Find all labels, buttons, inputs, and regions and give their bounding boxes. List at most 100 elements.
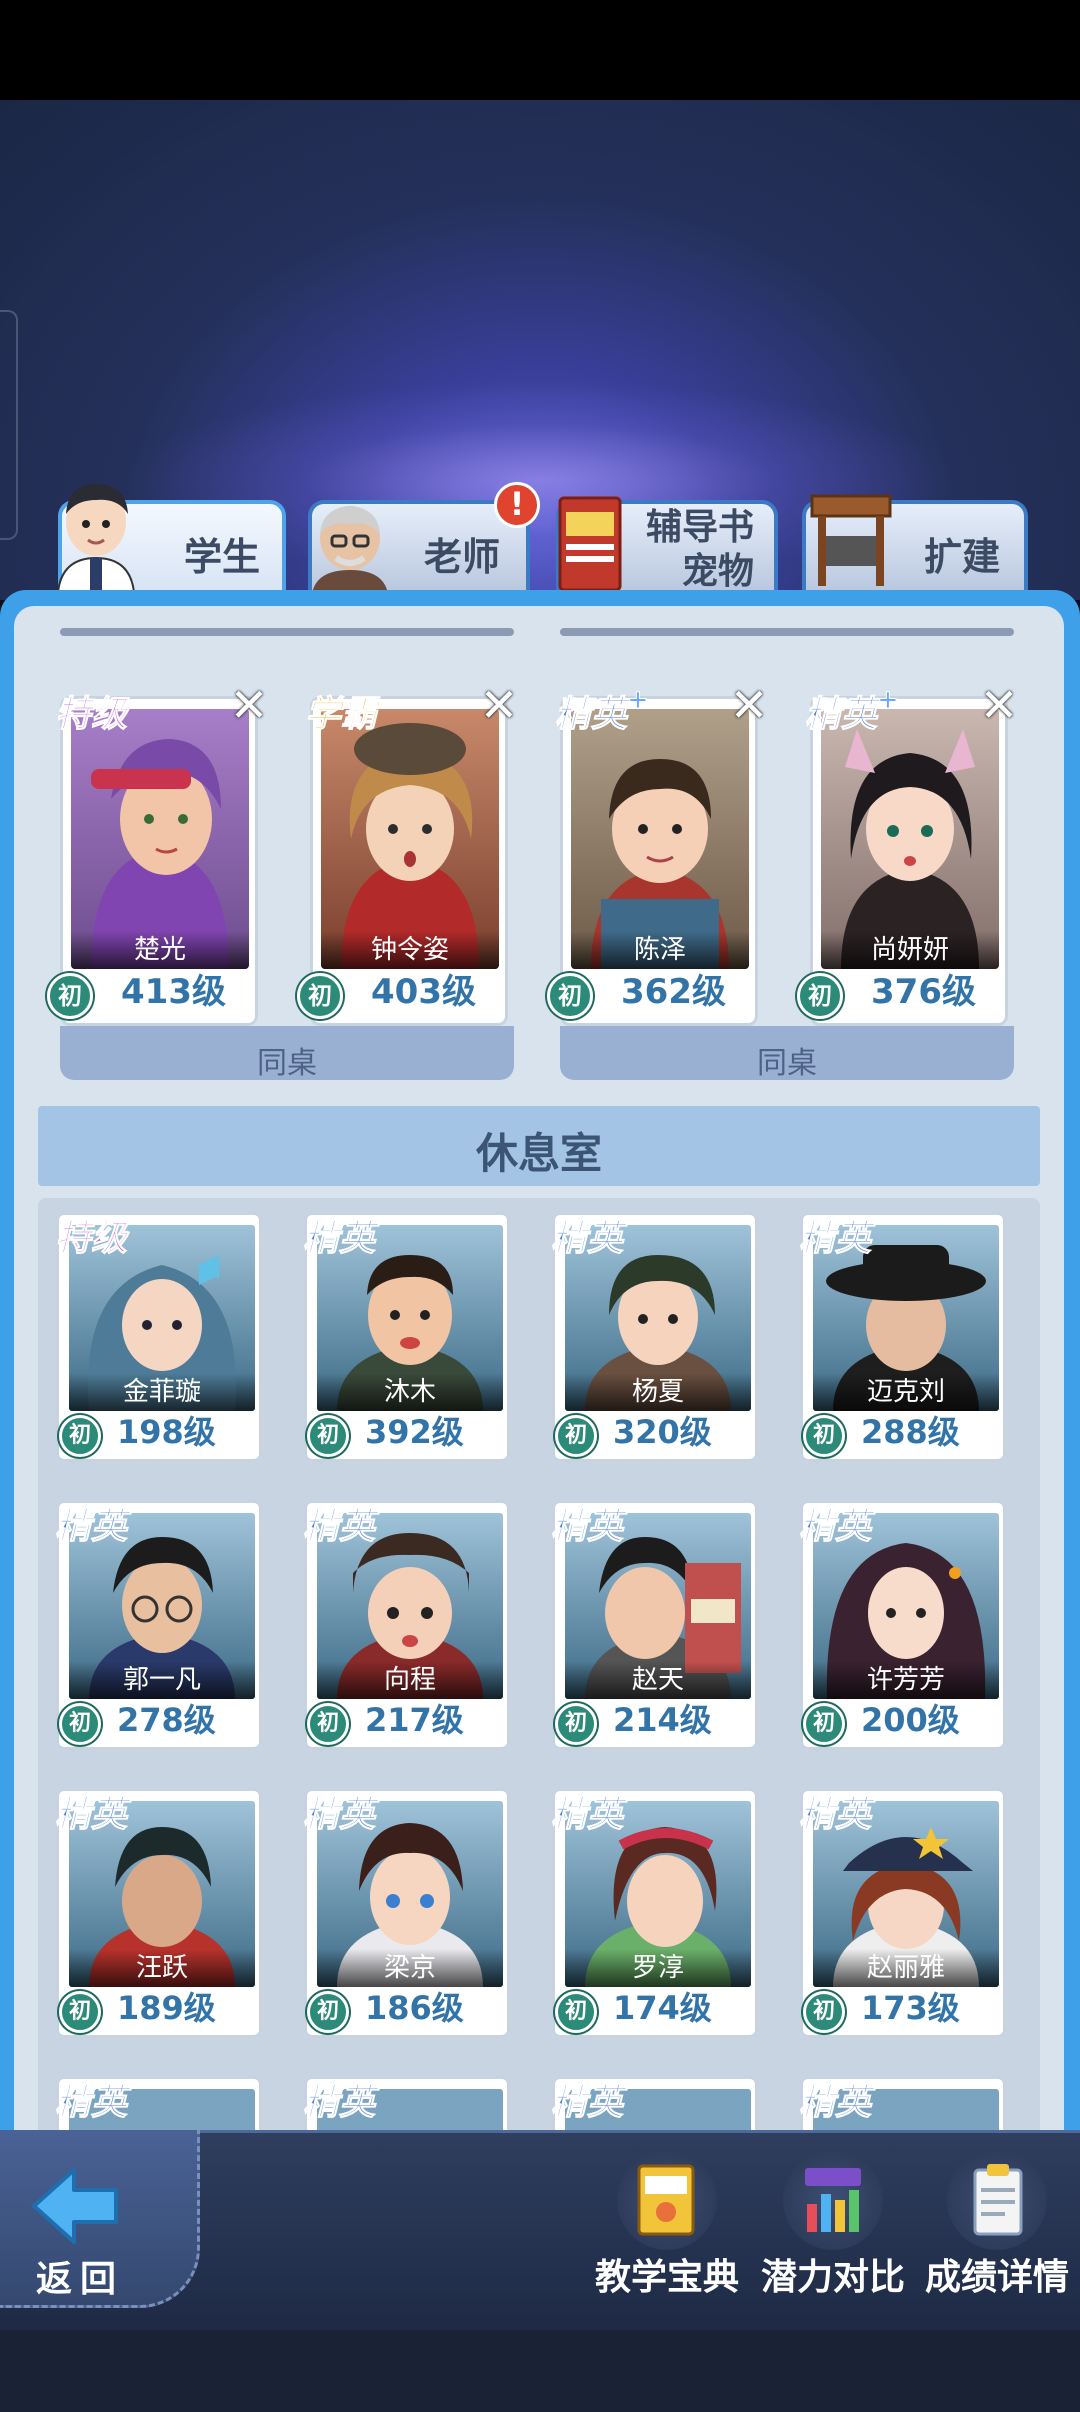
student-card[interactable]: 沐木 精英 初 392级 <box>302 1212 510 1462</box>
student-name: 向程 <box>317 1661 503 1699</box>
teacher-avatar-icon <box>312 506 388 594</box>
deskmate-label: 同桌 <box>257 1046 317 1081</box>
student-name: 迈克刘 <box>813 1373 999 1411</box>
student-level: 320级 <box>613 1413 712 1451</box>
student-name: 赵丽雅 <box>813 1949 999 1987</box>
clipboard-icon <box>973 2164 1023 2236</box>
rank-tag: 精英 <box>550 1506 624 1548</box>
deskmate-label: 同桌 <box>757 1046 817 1081</box>
rank-tag: 精英 <box>798 1218 872 1260</box>
tab-pets-label: 宠物 <box>681 551 754 592</box>
student-card[interactable]: 汪跃 精英 初 189级 <box>54 1788 262 2038</box>
student-card[interactable]: 梁京 精英 初 186级 <box>302 1788 510 2038</box>
close-icon[interactable]: ✕ <box>727 682 771 729</box>
portrait-art <box>341 723 479 969</box>
student-portrait: 钟令姿 <box>321 709 499 969</box>
student-card[interactable]: 杨夏 精英 初 320级 <box>550 1212 758 1462</box>
student-name: 汪跃 <box>69 1949 255 1987</box>
student-name: 许芳芳 <box>813 1661 999 1699</box>
student-avatar-icon <box>56 484 136 592</box>
rank-tag: 学霸 <box>304 694 378 736</box>
plus-icon: + <box>877 685 900 716</box>
close-icon[interactable]: ✕ <box>477 682 521 729</box>
arrow-left-icon <box>32 2168 118 2244</box>
student-card[interactable]: 赵天 精英 初 214级 <box>550 1500 758 1750</box>
student-card[interactable]: 金菲璇 特级 初 198级 <box>54 1212 262 1462</box>
close-icon[interactable]: ✕ <box>977 682 1021 729</box>
potential-compare-button[interactable]: 潜力对比 <box>748 2150 918 2300</box>
student-card[interactable]: 迈克刘 精英 初 288级 <box>798 1212 1006 1462</box>
rank-tag: 精英 <box>54 1794 128 1836</box>
rank-tag: 精英+ <box>804 685 900 737</box>
rank-tag: 精英 <box>302 1506 376 1548</box>
student-level: 198级 <box>117 1413 216 1451</box>
rank-tag: 精英 <box>54 2082 128 2124</box>
student-level: 403级 <box>371 972 476 1012</box>
student-card[interactable]: 郭一凡 精英 初 278级 <box>54 1500 262 1750</box>
status-bar <box>0 0 1080 100</box>
student-level: 362级 <box>621 972 726 1012</box>
student-name: 郭一凡 <box>69 1661 255 1699</box>
student-name: 沐木 <box>317 1373 503 1411</box>
score-details-icon-bg <box>947 2150 1047 2250</box>
rank-tag: 精英 <box>302 2082 376 2124</box>
deskmate-card[interactable]: 尚妍妍 精英+ ✕ 初 376级 <box>797 682 1018 1026</box>
score-details-label: 成绩详情 <box>924 2257 1069 2298</box>
student-portrait: 陈泽 <box>571 709 749 969</box>
exclamation-icon: ! <box>494 482 540 528</box>
student-name: 赵天 <box>565 1661 751 1699</box>
close-icon[interactable]: ✕ <box>227 682 271 729</box>
plus-icon: + <box>627 685 650 716</box>
rank-tag: 精英 <box>550 1794 624 1836</box>
rank-tag: 精英 <box>798 2082 872 2124</box>
rank-tag: 精英+ <box>554 685 650 737</box>
rank-tag: 精英 <box>302 1218 376 1260</box>
bottom-footer <box>0 2330 1080 2412</box>
portrait-art <box>91 739 229 969</box>
student-card[interactable]: 赵丽雅 精英 初 173级 <box>798 1788 1006 2038</box>
deskmate-card[interactable]: 钟令姿 学霸 ✕ 初 403级 <box>297 682 518 1026</box>
student-card[interactable]: 许芳芳 精英 初 200级 <box>798 1500 1006 1750</box>
deskmate-card[interactable]: 楚光 特级 ✕ 初 413级 <box>47 682 268 1026</box>
score-details-button[interactable]: 成绩详情 <box>912 2150 1080 2300</box>
student-card[interactable]: 罗淳 精英 初 174级 <box>550 1788 758 2038</box>
tab-teachers[interactable]: 老师 ! <box>308 482 540 594</box>
rest-room-title: 休息室 <box>475 1129 602 1178</box>
student-level: 288级 <box>861 1413 960 1451</box>
side-drawer-handle[interactable] <box>0 310 18 540</box>
back-label: 返回 <box>36 2259 125 2300</box>
student-portrait: 楚光 <box>71 709 249 969</box>
book-icon <box>558 496 622 592</box>
tab-expand[interactable]: 扩建 <box>802 494 1028 592</box>
deskmate-card[interactable]: 陈泽 精英+ ✕ 初 362级 <box>547 682 768 1026</box>
student-name: 罗淳 <box>565 1949 751 1987</box>
tab-teachers-label: 老师 <box>424 535 501 579</box>
rest-room-header: 休息室 <box>38 1106 1040 1186</box>
book-icon <box>637 2164 695 2236</box>
rank-text: 精英 <box>554 694 628 736</box>
tab-expand-label: 扩建 <box>924 535 1001 579</box>
student-name: 梁京 <box>317 1949 503 1987</box>
desk-strip-left <box>60 628 514 636</box>
desk-strip-right <box>560 628 1014 636</box>
portrait-art <box>591 759 729 969</box>
student-card[interactable]: 向程 精英 初 217级 <box>302 1500 510 1750</box>
rank-tag: 精英 <box>550 1218 624 1260</box>
student-level: 376级 <box>871 972 976 1012</box>
deskmate-group-1: 同桌 <box>60 1026 514 1081</box>
rank-tag: 精英 <box>798 1794 872 1836</box>
rank-tag: 精英 <box>550 2082 624 2124</box>
rank-tag: 特级 <box>54 694 128 736</box>
teaching-guide-icon-bg <box>617 2150 717 2250</box>
student-level: 392级 <box>365 1413 464 1451</box>
student-level: 413级 <box>121 972 226 1012</box>
portrait-art <box>841 729 979 969</box>
tab-students[interactable]: 学生 <box>56 484 286 592</box>
tab-books-pets[interactable]: 辅导书 宠物 <box>556 496 778 592</box>
tab-books-label: 辅导书 <box>645 507 754 548</box>
teaching-guide-button[interactable]: 教学宝典 <box>582 2150 752 2300</box>
rank-tag: 特级 <box>54 1218 128 1260</box>
student-level: 186级 <box>365 1989 464 2027</box>
tab-students-label: 学生 <box>184 535 261 579</box>
deskmate-group-2: 同桌 <box>560 1026 1014 1081</box>
